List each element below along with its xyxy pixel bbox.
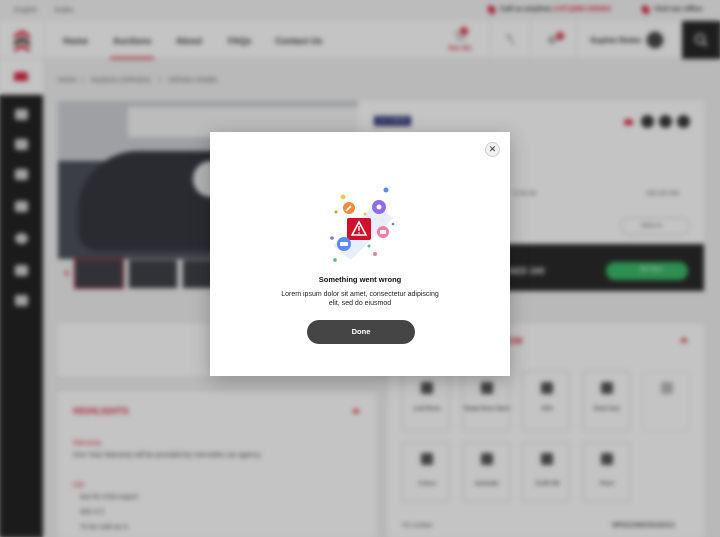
error-illustration-icon: [330, 187, 395, 262]
error-modal: ✕ Something went wrong Lorem ipsum dolor: [210, 132, 510, 376]
modal-message: Lorem ipsum dolor sit amet, consectetur …: [281, 291, 439, 307]
close-button[interactable]: ✕: [485, 142, 500, 157]
close-icon: ✕: [488, 144, 497, 154]
modal-title: Something went wrong: [318, 275, 402, 284]
done-button[interactable]: Done: [307, 320, 415, 344]
